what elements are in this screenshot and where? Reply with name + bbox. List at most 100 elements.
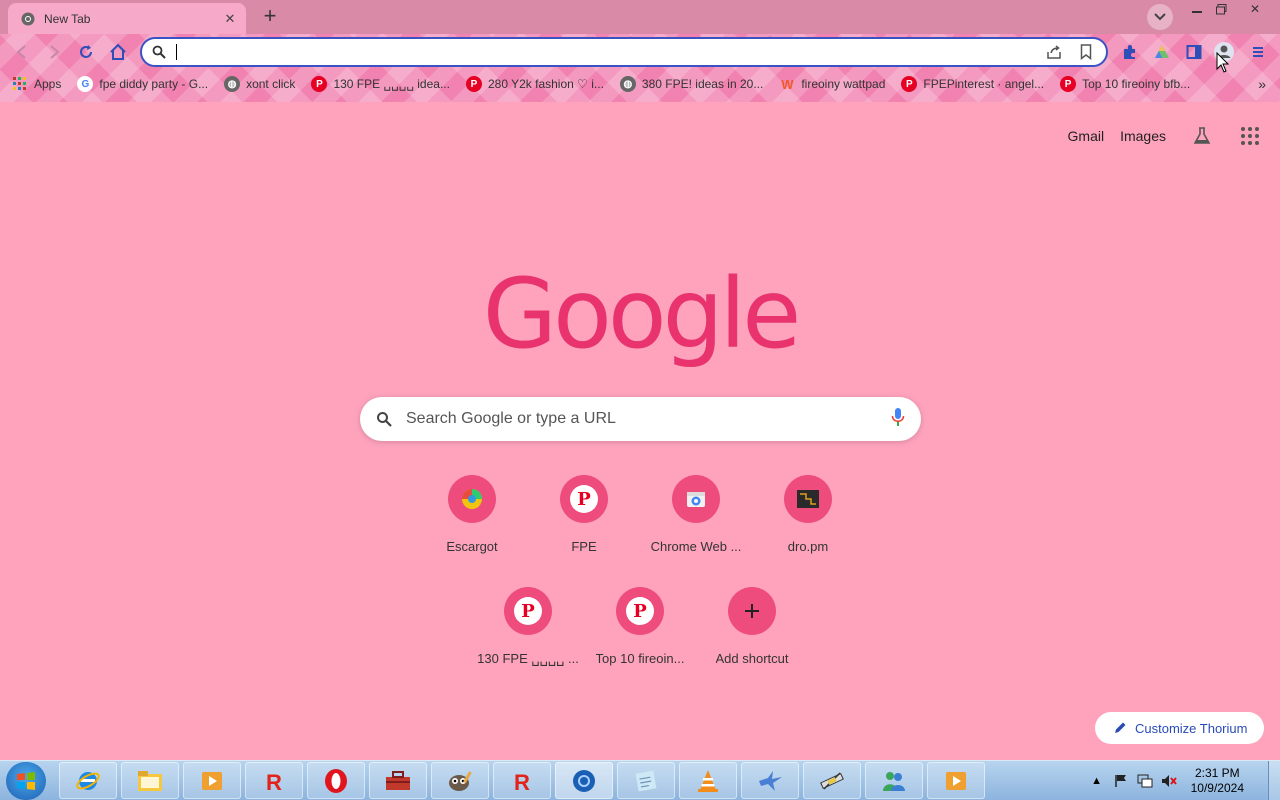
bookmarks-overflow-icon[interactable]: »: [1258, 76, 1266, 92]
taskbar-internet-explorer[interactable]: [59, 762, 117, 799]
tray-expand-icon[interactable]: ▲: [1088, 772, 1106, 790]
messenger-people-icon: [883, 771, 905, 791]
restore-button[interactable]: [1208, 0, 1234, 18]
shortcut-tile[interactable]: P FPE: [528, 475, 640, 579]
volume-muted-icon[interactable]: [1160, 772, 1178, 790]
pencil-icon: [1115, 722, 1126, 733]
bookmark-label: 130 FPE ␣␣␣␣ idea...: [333, 77, 450, 91]
tab-search-button[interactable]: [1147, 4, 1173, 30]
taskbar-toolbox[interactable]: [369, 762, 427, 799]
windows-logo-icon: [17, 772, 35, 790]
bookmark-item[interactable]: P 130 FPE ␣␣␣␣ idea...: [311, 76, 450, 92]
search-placeholder: Search Google or type a URL: [406, 410, 616, 427]
bookmark-label: 380 FPE! ideas in 20...: [641, 77, 764, 91]
taskbar-vlc[interactable]: [679, 762, 737, 799]
side-panel-button[interactable]: [1182, 40, 1206, 64]
google-apps-icon[interactable]: [1238, 124, 1262, 148]
show-desktop-button[interactable]: [1268, 761, 1280, 800]
clock-date: 10/9/2024: [1190, 781, 1244, 795]
bookmark-star-button[interactable]: [1076, 42, 1096, 62]
new-tab-button[interactable]: +: [256, 5, 284, 29]
share-icon: [1047, 45, 1061, 59]
toolbar: [0, 34, 1280, 70]
bookmark-label: Top 10 fireoiny bfb...: [1082, 77, 1191, 91]
gmail-link[interactable]: Gmail: [1068, 128, 1105, 144]
side-panel-icon: [1186, 45, 1202, 59]
forward-arrow-icon: [50, 45, 60, 59]
shortcut-tile[interactable]: P 130 FPE ␣␣␣␣ ...: [472, 587, 584, 691]
taskbar-opera[interactable]: [307, 762, 365, 799]
pinterest-icon: P: [504, 587, 552, 635]
bookmark-item[interactable]: P 280 Y2k fashion ♡ i...: [465, 76, 604, 92]
bookmark-item[interactable]: P FPEPinterest · angel...: [901, 76, 1044, 92]
bookmark-item[interactable]: ◍ xont click: [224, 76, 295, 92]
bookmarks-bar: Apps G fpe diddy party - G... ◍ xont cli…: [0, 72, 1280, 96]
share-button[interactable]: [1044, 42, 1064, 62]
ntp-search-box[interactable]: Search Google or type a URL: [360, 397, 921, 441]
start-button[interactable]: [6, 762, 46, 800]
notepad-icon: [635, 770, 657, 791]
home-button[interactable]: [106, 40, 130, 64]
shortcut-label: Escargot: [446, 539, 498, 554]
shortcut-tile[interactable]: Chrome Web ...: [640, 475, 752, 579]
hamburger-menu-icon: [1253, 47, 1263, 57]
network-icon[interactable]: [1136, 772, 1154, 790]
bookmark-label: xont click: [246, 77, 296, 91]
shortcut-tile[interactable]: dro.pm: [752, 475, 864, 579]
bookmark-label: FPEPinterest · angel...: [923, 77, 1045, 91]
taskbar-clock[interactable]: 2:31 PM 10/9/2024: [1191, 766, 1244, 796]
forward-button[interactable]: [42, 40, 66, 64]
extensions-button[interactable]: [1118, 40, 1142, 64]
taskbar-chromium[interactable]: [555, 762, 613, 799]
shortcut-tile[interactable]: Escargot: [416, 475, 528, 579]
folder-icon: [138, 770, 162, 791]
gimp-icon: [449, 770, 472, 791]
close-window-button[interactable]: ✕: [1242, 0, 1268, 18]
address-bar[interactable]: [140, 37, 1108, 67]
back-button[interactable]: [10, 40, 34, 64]
bookmark-item[interactable]: ◍ 380 FPE! ideas in 20...: [619, 76, 764, 92]
taskbar-file-explorer[interactable]: [121, 762, 179, 799]
microphone-icon[interactable]: [891, 407, 905, 432]
bookmark-item[interactable]: P Top 10 fireoiny bfb...: [1060, 76, 1190, 92]
customize-button[interactable]: Customize Thorium: [1095, 712, 1264, 744]
google-logo: Google: [482, 258, 802, 370]
add-shortcut-button[interactable]: Add shortcut: [696, 587, 808, 691]
restore-icon: [1215, 3, 1226, 14]
globe-icon: ◍: [619, 76, 636, 92]
pinterest-icon: P: [560, 475, 608, 523]
bookmark-item[interactable]: W fireoiny wattpad: [779, 76, 885, 92]
media-player-icon: [202, 771, 222, 790]
labs-flask-icon[interactable]: [1190, 124, 1214, 148]
bookmark-label: 280 Y2k fashion ♡ i...: [487, 77, 604, 91]
taskbar-notepad[interactable]: [617, 762, 675, 799]
bookmark-apps[interactable]: Apps: [12, 76, 61, 92]
svg-text:R: R: [514, 770, 530, 793]
taskbar-gimp[interactable]: [431, 762, 489, 799]
back-arrow-icon: [16, 45, 26, 59]
action-center-flag-icon[interactable]: [1112, 772, 1130, 790]
home-icon: [110, 43, 126, 60]
taskbar-roblox[interactable]: R: [245, 762, 303, 799]
menu-button[interactable]: [1246, 40, 1270, 64]
tab-close-icon[interactable]: ✕: [222, 11, 238, 27]
taskbar-satellite-app[interactable]: [803, 762, 861, 799]
pinterest-icon: P: [1060, 76, 1077, 92]
tab-new-tab[interactable]: New Tab ✕: [8, 3, 246, 34]
taskbar-messenger[interactable]: [865, 762, 923, 799]
reload-button[interactable]: [74, 40, 98, 64]
taskbar-bird-app[interactable]: [741, 762, 799, 799]
bookmark-item[interactable]: G fpe diddy party - G...: [77, 76, 208, 92]
shortcut-tile[interactable]: P Top 10 fireoin...: [584, 587, 696, 691]
images-link[interactable]: Images: [1120, 128, 1166, 144]
extension-drive-button[interactable]: [1150, 40, 1174, 64]
taskbar-media-player[interactable]: [183, 762, 241, 799]
chrome-icon: [20, 11, 36, 27]
taskbar-media-player-2[interactable]: [927, 762, 985, 799]
search-icon: [152, 45, 166, 59]
taskbar-roblox-studio[interactable]: R: [493, 762, 551, 799]
toolbox-icon: [386, 770, 410, 790]
minimize-button[interactable]: [1184, 0, 1210, 18]
search-icon: [377, 412, 392, 427]
pinterest-icon: P: [901, 76, 918, 92]
